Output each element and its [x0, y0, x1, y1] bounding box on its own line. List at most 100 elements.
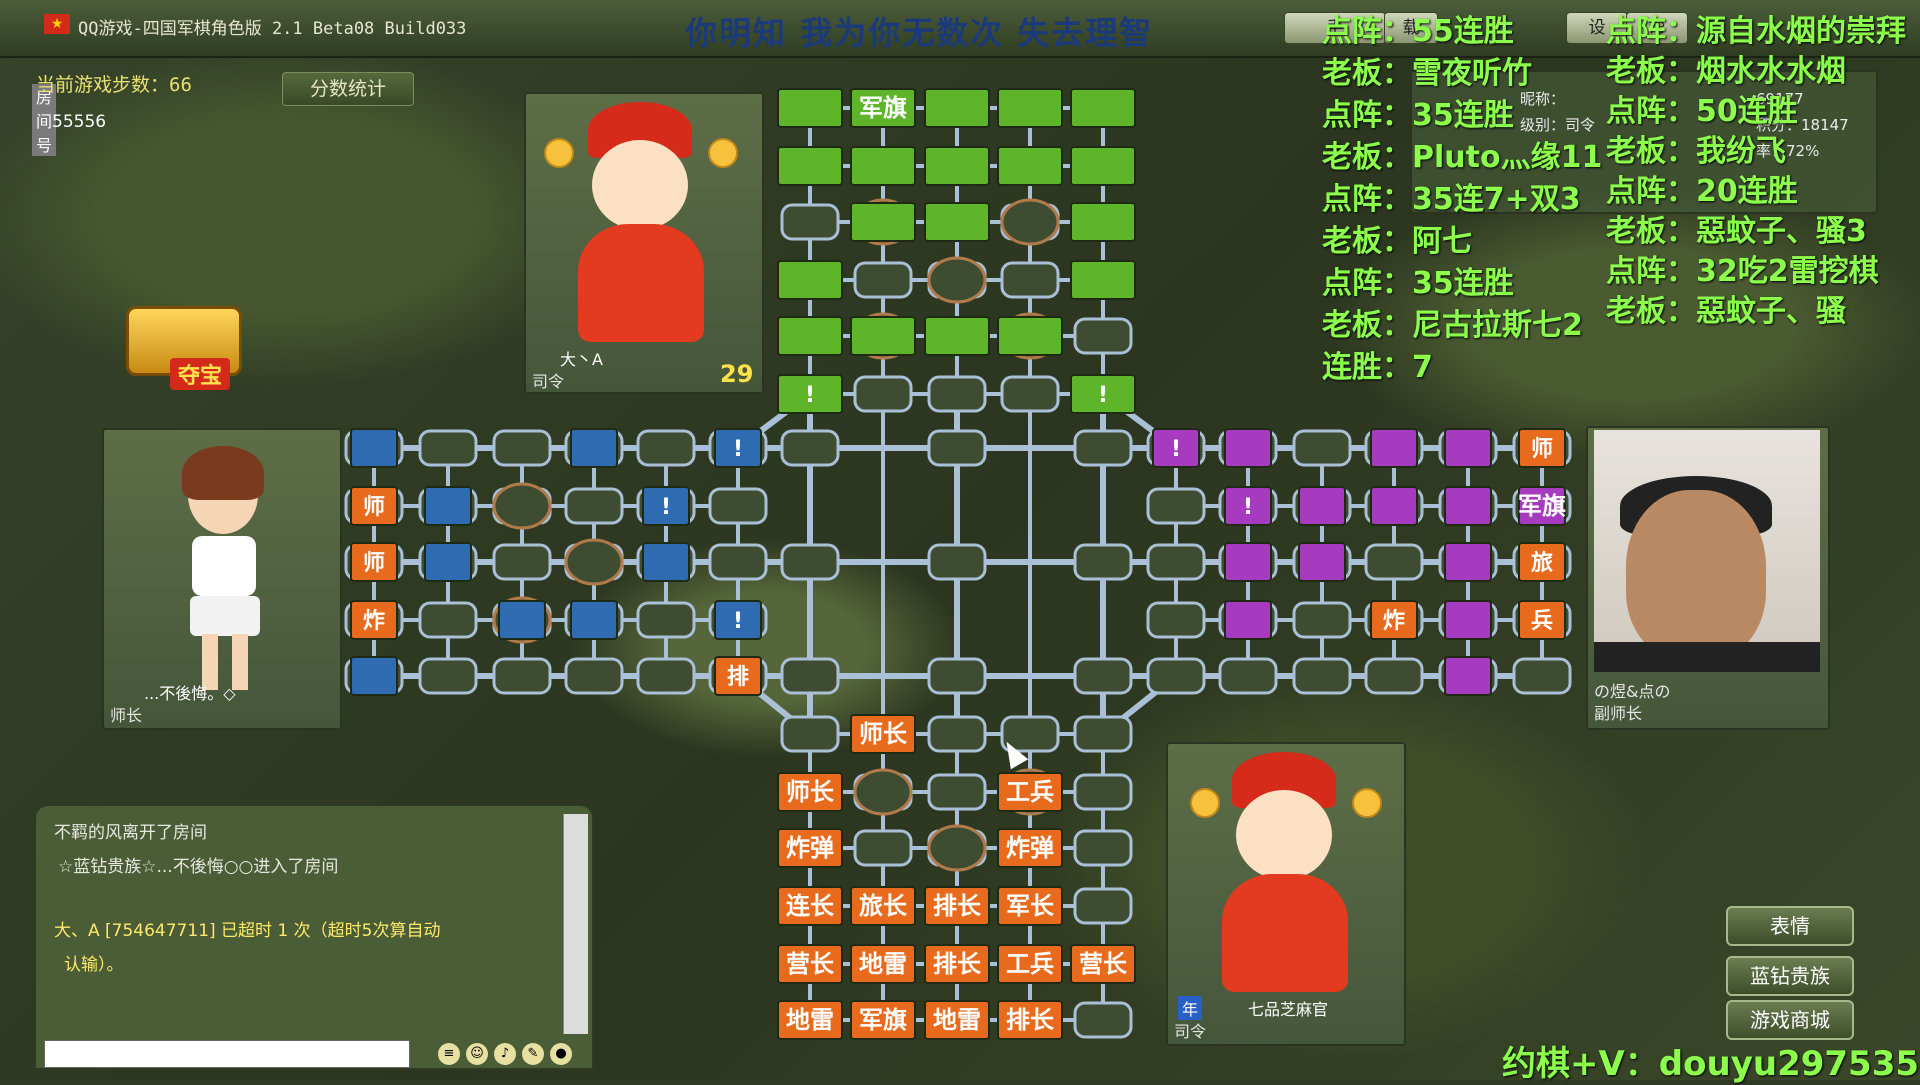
game-piece[interactable]: 营长	[777, 944, 843, 984]
board-slot[interactable]	[1073, 773, 1133, 811]
globe-icon[interactable]: ●	[550, 1043, 572, 1065]
board-slot[interactable]	[1073, 887, 1133, 925]
board-slot[interactable]	[853, 829, 913, 867]
board-slot[interactable]	[418, 429, 478, 467]
board-slot[interactable]	[927, 375, 987, 413]
game-piece[interactable]	[1444, 656, 1492, 696]
game-piece[interactable]: !	[1224, 486, 1272, 526]
game-piece[interactable]	[1298, 486, 1346, 526]
game-piece[interactable]: 排长	[924, 886, 990, 926]
game-piece[interactable]	[1070, 202, 1136, 242]
game-piece[interactable]: 军旗	[1518, 486, 1566, 526]
board-slot[interactable]	[1073, 657, 1133, 695]
board-slot[interactable]	[1292, 429, 1352, 467]
board-slot[interactable]	[780, 657, 840, 695]
game-piece[interactable]	[924, 316, 990, 356]
board-slot[interactable]	[1146, 657, 1206, 695]
game-piece[interactable]	[1224, 542, 1272, 582]
game-piece[interactable]: 军旗	[850, 88, 916, 128]
game-piece[interactable]	[498, 600, 546, 640]
board-camp[interactable]	[853, 768, 913, 816]
board-slot[interactable]	[636, 657, 696, 695]
board-camp[interactable]	[492, 482, 552, 530]
board-slot[interactable]	[1073, 429, 1133, 467]
game-piece[interactable]	[777, 146, 843, 186]
game-piece[interactable]: !	[1070, 374, 1136, 414]
game-piece[interactable]: 旅长	[850, 886, 916, 926]
board-slot[interactable]	[1146, 543, 1206, 581]
board-slot[interactable]	[1073, 543, 1133, 581]
game-piece[interactable]: 师	[350, 542, 398, 582]
game-piece[interactable]	[777, 316, 843, 356]
board-slot[interactable]	[1146, 601, 1206, 639]
board-slot[interactable]	[418, 657, 478, 695]
game-piece[interactable]	[1298, 542, 1346, 582]
board-camp[interactable]	[564, 538, 624, 586]
board-slot[interactable]	[927, 715, 987, 753]
game-piece[interactable]	[997, 88, 1063, 128]
board-camp[interactable]	[927, 824, 987, 872]
game-piece[interactable]	[1370, 486, 1418, 526]
board-slot[interactable]	[1146, 487, 1206, 525]
board-slot[interactable]	[564, 657, 624, 695]
game-piece[interactable]: 地雷	[924, 1000, 990, 1040]
game-piece[interactable]: 炸	[350, 600, 398, 640]
board-slot[interactable]	[708, 543, 768, 581]
board-slot[interactable]	[927, 657, 987, 695]
game-piece[interactable]: !	[714, 428, 762, 468]
board-slot[interactable]	[780, 429, 840, 467]
game-piece[interactable]	[424, 542, 472, 582]
game-piece[interactable]: 旅	[1518, 542, 1566, 582]
board-slot[interactable]	[1073, 829, 1133, 867]
board-slot[interactable]	[492, 429, 552, 467]
game-piece[interactable]: 师长	[777, 772, 843, 812]
game-piece[interactable]: 炸弹	[997, 828, 1063, 868]
board-slot[interactable]	[492, 543, 552, 581]
board-camp[interactable]	[927, 256, 987, 304]
board-slot[interactable]	[636, 429, 696, 467]
game-piece[interactable]	[924, 202, 990, 242]
board-slot[interactable]	[1292, 657, 1352, 695]
board-slot[interactable]	[636, 601, 696, 639]
game-piece[interactable]: 师	[350, 486, 398, 526]
game-piece[interactable]	[1070, 146, 1136, 186]
game-piece[interactable]: 工兵	[997, 944, 1063, 984]
game-piece[interactable]	[350, 428, 398, 468]
board-slot[interactable]	[1512, 657, 1572, 695]
board-slot[interactable]	[418, 601, 478, 639]
board-slot[interactable]	[492, 657, 552, 695]
game-piece[interactable]	[350, 656, 398, 696]
speech-icon[interactable]: ≡	[438, 1043, 460, 1065]
board-slot[interactable]	[1364, 657, 1424, 695]
game-mall-button[interactable]: 游戏商城	[1726, 1000, 1854, 1040]
board-slot[interactable]	[1000, 375, 1060, 413]
board-slot[interactable]	[853, 375, 913, 413]
emoji-icon[interactable]: ☺	[466, 1043, 488, 1065]
board-slot[interactable]	[1073, 317, 1133, 355]
board-slot[interactable]	[1292, 601, 1352, 639]
game-piece[interactable]	[1224, 428, 1272, 468]
game-piece[interactable]	[1070, 88, 1136, 128]
volume-icon[interactable]: ♪	[494, 1043, 516, 1065]
game-piece[interactable]: 地雷	[777, 1000, 843, 1040]
game-piece[interactable]	[1444, 486, 1492, 526]
board-slot[interactable]	[564, 487, 624, 525]
game-piece[interactable]	[1444, 600, 1492, 640]
board-slot[interactable]	[708, 487, 768, 525]
board-slot[interactable]	[780, 715, 840, 753]
game-piece[interactable]: 营长	[1070, 944, 1136, 984]
game-piece[interactable]: !	[1152, 428, 1200, 468]
game-piece[interactable]: 连长	[777, 886, 843, 926]
game-piece[interactable]	[777, 88, 843, 128]
game-piece[interactable]	[850, 202, 916, 242]
wrench-icon[interactable]: ✎	[522, 1043, 544, 1065]
board-slot[interactable]	[927, 429, 987, 467]
game-piece[interactable]	[642, 542, 690, 582]
game-piece[interactable]	[924, 146, 990, 186]
emoji-button[interactable]: 表情	[1726, 906, 1854, 946]
board-slot[interactable]	[853, 261, 913, 299]
game-piece[interactable]	[424, 486, 472, 526]
board-camp[interactable]	[1000, 198, 1060, 246]
chat-input[interactable]	[44, 1040, 410, 1068]
game-piece[interactable]: 师长	[850, 714, 916, 754]
